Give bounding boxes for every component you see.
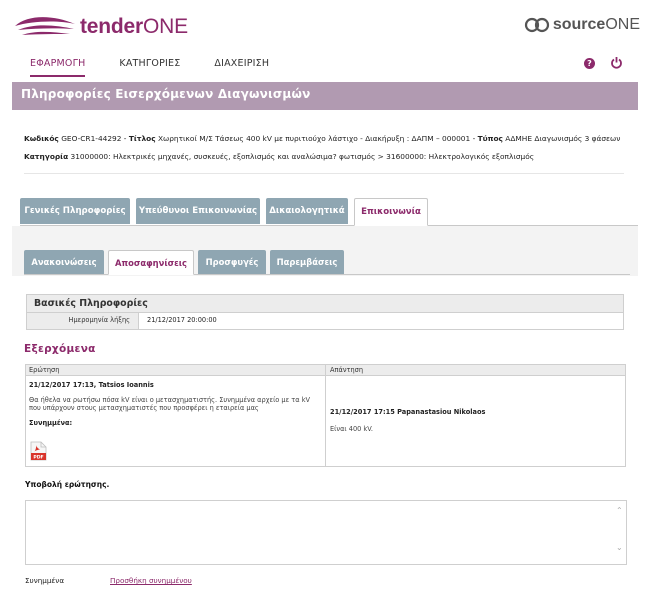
question-textarea[interactable] <box>25 500 627 565</box>
sourceone-logo: sourceONE <box>524 16 640 34</box>
tab-general-info[interactable]: Γενικές Πληροφορίες <box>20 198 130 224</box>
subtab-announcements[interactable]: Ανακοινώσεις <box>24 250 104 274</box>
outgoing-heading: Εξερχόμενα <box>24 343 96 355</box>
basic-info-row: Ημερομηνία λήξης 21/12/2017 20:00:00 <box>27 313 623 329</box>
sub-tabs: Ανακοινώσεις Αποσαφηνίσεις Προσφυγές Παρ… <box>24 250 630 276</box>
page-title-bar: Πληροφορίες Εισερχόμενων Διαγωνισμών <box>12 82 638 110</box>
expiry-date-label: Ημερομηνία λήξης <box>27 313 139 329</box>
answer-author: 21/12/2017 17:15 Papanastasiou Nikolaos <box>330 408 486 416</box>
title-value: Χωρητικοί Μ/Σ Τάσεως 400 kV με πυριτιούχ… <box>157 134 471 143</box>
pdf-icon-text: PDF <box>33 455 43 461</box>
tenderone-logo[interactable]: tenderONE <box>14 12 188 42</box>
tab-contacts[interactable]: Υπεύθυνοι Επικοινωνίας <box>136 198 260 224</box>
question-answer-table: Ερώτηση Απάντηση 21/12/2017 17:13, Tatsi… <box>25 364 626 467</box>
tender-summary-line-1: Κωδικός GEO-CR1-44292 - Τίτλος Χωρητικοί… <box>24 134 621 143</box>
logo-regular-text: ONE <box>142 15 188 38</box>
answer-text: Είναι 400 kV. <box>330 425 374 433</box>
type-value: ΑΔΜΗΕ Διαγωνισμός 3 φάσεων <box>505 134 621 143</box>
main-nav: ΕΦΑΡΜΟΓΗ ΚΑΤΗΓΟΡΙΕΣ ΔΙΑΧΕΙΡΙΣΗ <box>30 58 303 77</box>
question-cell: 21/12/2017 17:13, Tatsios Ioannis Θα ήθε… <box>29 381 319 427</box>
subtab-clarifications[interactable]: Αποσαφηνίσεις <box>108 250 194 275</box>
tab-documents[interactable]: Δικαιολογητικά <box>266 198 348 224</box>
qa-column-question: Ερώτηση <box>29 366 60 374</box>
help-icon[interactable]: ? <box>584 58 595 69</box>
nav-item-application[interactable]: ΕΦΑΡΜΟΓΗ <box>30 58 86 77</box>
divider <box>24 173 624 174</box>
app-header: tenderONE sourceONE ΕΦΑΡΜΟΓΗ ΚΑΤΗΓΟΡΙΕΣ … <box>0 0 660 82</box>
source-regular-text: ONE <box>605 16 640 33</box>
type-label: Τύπος <box>477 134 503 143</box>
tender-summary-line-2: Κατηγορία 31000000: Ηλεκτρικές μηχανές, … <box>24 148 624 166</box>
tenderone-wordmark: tenderONE <box>80 15 188 39</box>
category-label: Κατηγορία <box>24 152 69 161</box>
pdf-file-icon[interactable]: PDF <box>30 441 47 461</box>
logo-bold-text: tender <box>80 15 143 38</box>
basic-info-box: Βασικές Πληροφορίες Ημερομηνία λήξης 21/… <box>26 294 624 330</box>
qa-column-answer: Απάντηση <box>330 366 364 374</box>
source-bold-text: source <box>552 16 606 33</box>
title-label: Τίτλος <box>128 134 156 143</box>
code-label: Κωδικός <box>24 134 59 143</box>
sourceone-wordmark: sourceONE <box>553 16 640 34</box>
attachments-label: Συνημμένα <box>25 576 65 585</box>
page-title: Πληροφορίες Εισερχόμενων Διαγωνισμών <box>21 87 311 101</box>
power-icon[interactable] <box>610 56 623 69</box>
main-tabs: Γενικές Πληροφορίες Υπεύθυνοι Επικοινωνί… <box>20 198 638 226</box>
textarea-scroll-down-icon[interactable]: ⌄ <box>616 543 623 552</box>
answer-cell: 21/12/2017 17:15 Papanastasiou Nikolaos … <box>330 408 620 433</box>
qa-column-divider <box>325 365 326 466</box>
question-text: Θα ήθελα να ρωτήσω πόσα kV είναι ο μετασ… <box>29 396 311 412</box>
tab-communication[interactable]: Επικοινωνία <box>354 198 428 226</box>
nav-item-management[interactable]: ΔΙΑΧΕΙΡΙΣΗ <box>214 58 269 77</box>
sourceone-mark-icon <box>524 17 549 33</box>
question-attachments-label: Συνημμένα: <box>29 419 73 427</box>
textarea-scroll-up-icon[interactable]: ⌃ <box>616 506 623 515</box>
question-author: 21/12/2017 17:13, Tatsios Ioannis <box>29 381 154 389</box>
nav-item-categories[interactable]: ΚΑΤΗΓΟΡΙΕΣ <box>119 58 180 77</box>
submit-question-heading: Υποβολή ερώτησης. <box>25 480 110 489</box>
add-attachment-link[interactable]: Προσθήκη συνημμένου <box>110 576 192 585</box>
main-tabs-underline <box>20 225 638 226</box>
basic-info-heading: Βασικές Πληροφορίες <box>27 295 623 313</box>
code-value: GEO-CR1-44292 <box>61 134 122 143</box>
subtab-appeals[interactable]: Προσφυγές <box>198 250 266 274</box>
category-value: 31000000: Ηλεκτρικές μηχανές, συσκευές, … <box>70 152 535 161</box>
expiry-date-value: 21/12/2017 20:00:00 <box>147 316 217 324</box>
tenderone-swoosh-icon <box>15 17 75 35</box>
subtab-interventions[interactable]: Παρεμβάσεις <box>270 250 344 274</box>
tender-summary: Κωδικός GEO-CR1-44292 - Τίτλος Χωρητικοί… <box>24 130 624 166</box>
